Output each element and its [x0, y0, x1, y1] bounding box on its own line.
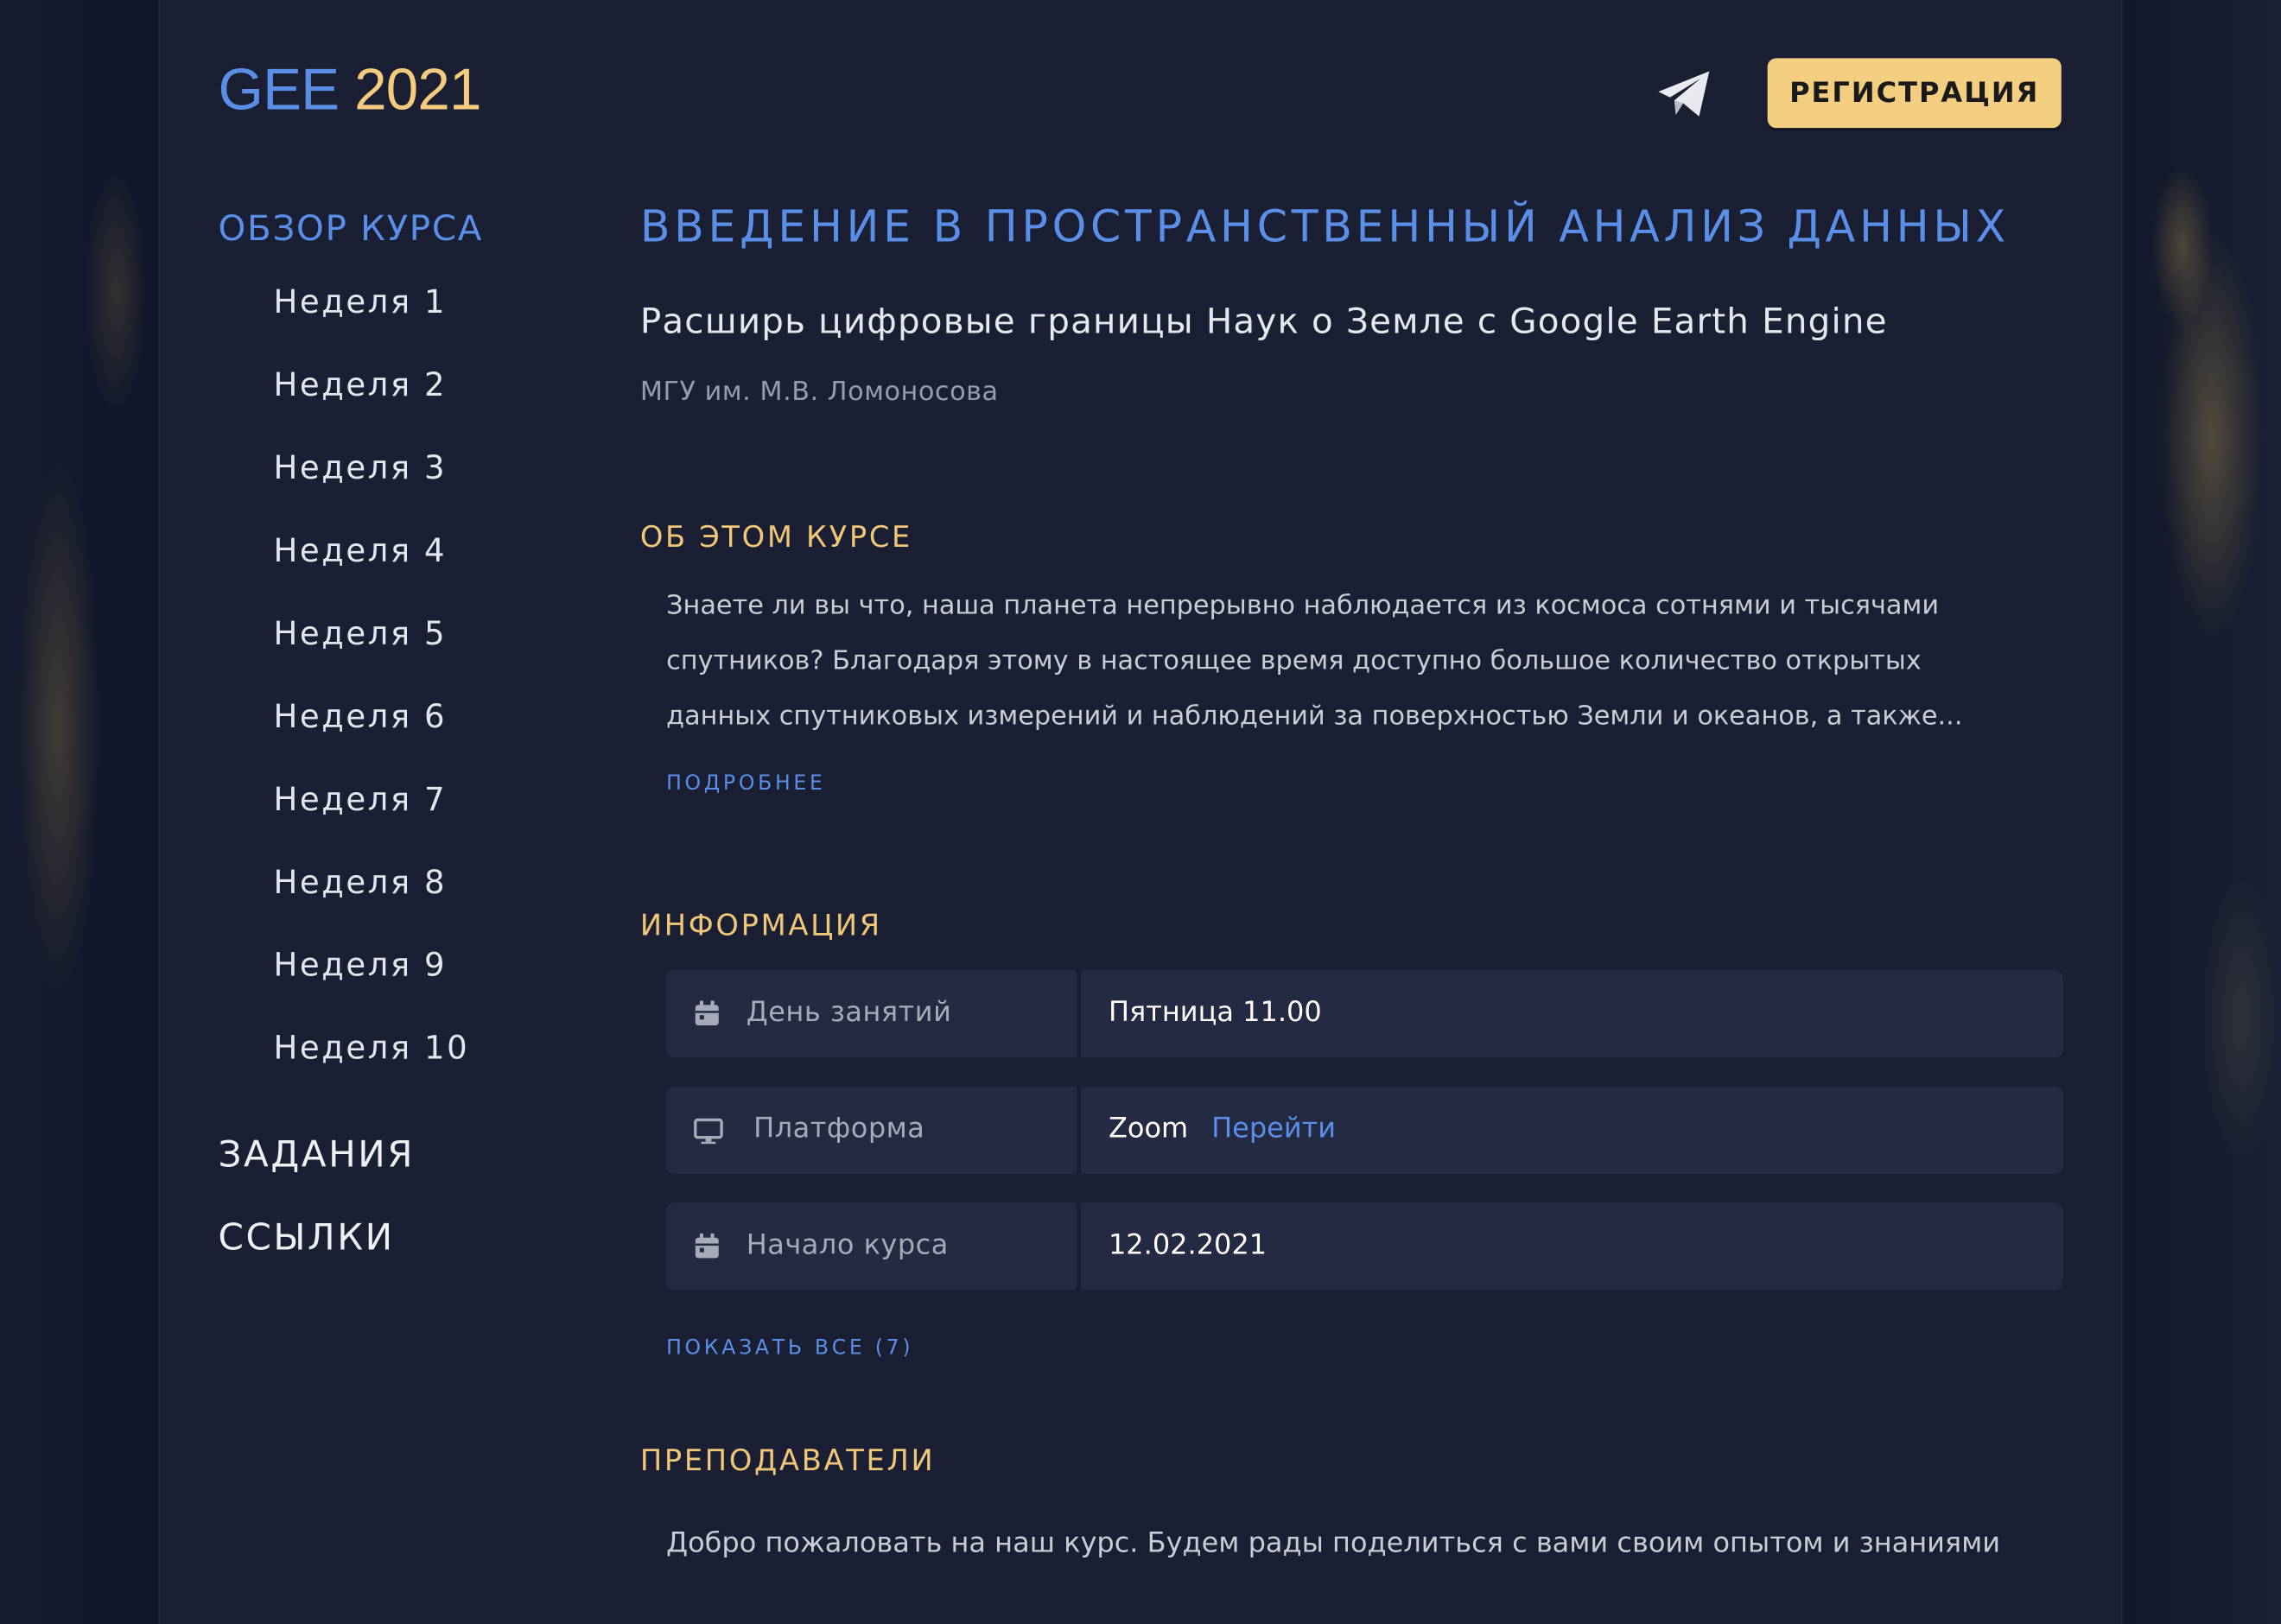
about-line: спутников? Благодаря этому в настоящее в… — [666, 645, 1922, 676]
about-text: Знаете ли вы что, наша планета непрерывн… — [666, 579, 2048, 745]
show-all-link[interactable]: ПОКАЗАТЬ ВСЕ (7) — [666, 1336, 913, 1360]
sidebar-item-week-7[interactable]: Неделя 7 — [274, 783, 448, 819]
info-value-cell: Пятница 11.00 — [1080, 970, 2063, 1058]
about-line: Знаете ли вы что, наша планета непрерывн… — [666, 590, 1940, 621]
site-logo[interactable]: GEE 2021 — [218, 58, 482, 124]
logo-year: 2021 — [354, 58, 481, 123]
info-value-cell: Zoom Перейти — [1080, 1086, 2063, 1174]
read-more-link[interactable]: ПОДРОБНЕЕ — [666, 772, 825, 796]
sidebar-item-week-4[interactable]: Неделя 4 — [274, 534, 448, 570]
platform-link[interactable]: Перейти — [1211, 1113, 1336, 1145]
info-heading: ИНФОРМАЦИЯ — [639, 907, 882, 943]
info-label: Начало курса — [746, 1228, 949, 1261]
page-background: GEE 2021 РЕГИСТРАЦИЯ ОБЗОР КУРСА Неделя … — [0, 0, 2281, 1624]
sidebar-item-week-2[interactable]: Неделя 2 — [274, 368, 448, 404]
sidebar-item-week-1[interactable]: Неделя 1 — [274, 285, 448, 321]
calendar-icon — [695, 1233, 719, 1259]
logo-gee: GEE — [218, 58, 340, 123]
monitor-icon — [694, 1118, 723, 1145]
course-title: ВВЕДЕНИЕ В ПРОСТРАНСТВЕННЫЙ АНАЛИЗ ДАННЫ… — [639, 202, 2010, 253]
sidebar-item-overview[interactable]: ОБЗОР КУРСА — [219, 208, 484, 249]
sidebar-item-week-8[interactable]: Неделя 8 — [274, 866, 448, 902]
register-button[interactable]: РЕГИСТРАЦИЯ — [1767, 58, 2062, 129]
info-label-cell: Начало курса — [666, 1202, 1077, 1291]
calendar-icon — [695, 1000, 719, 1025]
info-label: День занятий — [746, 996, 952, 1029]
sidebar-item-week-3[interactable]: Неделя 3 — [274, 451, 448, 487]
sidebar-item-tasks[interactable]: ЗАДАНИЯ — [219, 1133, 416, 1176]
sidebar-item-week-9[interactable]: Неделя 9 — [274, 948, 448, 985]
info-label: Платформа — [753, 1113, 925, 1145]
info-row-schedule: День занятий Пятница 11.00 — [666, 970, 2063, 1058]
info-row-platform: Платформа Zoom Перейти — [666, 1086, 2063, 1174]
info-label-cell: День занятий — [666, 970, 1077, 1058]
sidebar-item-week-10[interactable]: Неделя 10 — [274, 1031, 470, 1068]
course-subtitle: Расширь цифровые границы Наук о Земле с … — [639, 301, 1888, 342]
sidebar-item-week-5[interactable]: Неделя 5 — [274, 617, 448, 653]
info-label-cell: Платформа — [666, 1086, 1077, 1174]
course-organization: МГУ им. М.В. Ломоносова — [639, 377, 999, 408]
info-value-cell: 12.02.2021 — [1080, 1202, 2063, 1291]
info-value: 12.02.2021 — [1108, 1228, 1268, 1261]
info-value: Пятница 11.00 — [1108, 996, 1322, 1029]
info-row-start-date: Начало курса 12.02.2021 — [666, 1202, 2063, 1291]
about-heading: ОБ ЭТОМ КУРСЕ — [639, 519, 913, 555]
teachers-heading: ПРЕПОДАВАТЕЛИ — [639, 1443, 936, 1478]
info-value: Zoom — [1108, 1113, 1189, 1145]
teachers-text: Добро пожаловать на наш курс. Будем рады… — [666, 1526, 2001, 1559]
info-value-wrap: Zoom Перейти — [1109, 1113, 1336, 1145]
telegram-icon[interactable] — [1655, 68, 1713, 121]
sidebar-item-links[interactable]: ССЫЛКИ — [219, 1216, 395, 1259]
sidebar-item-week-6[interactable]: Неделя 6 — [274, 700, 448, 736]
about-line: данных спутниковых измерений и наблюдени… — [666, 701, 1963, 732]
